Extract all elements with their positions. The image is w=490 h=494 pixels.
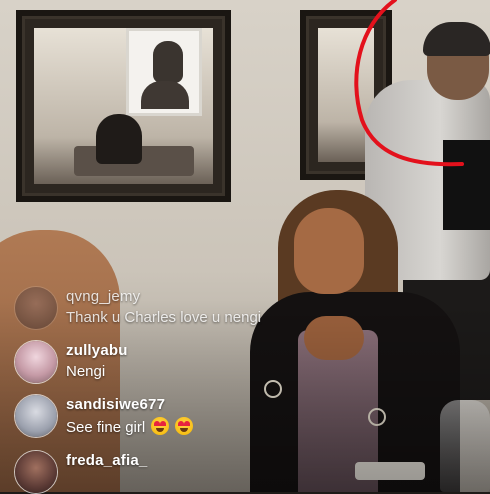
comment-username[interactable]: zullyabu (66, 342, 128, 359)
avatar[interactable] (14, 394, 58, 438)
comment-text: qvng_jemy Thank u Charles love u nengi (66, 288, 261, 326)
comment-text: sandisiwe677 See fine girl (66, 396, 194, 436)
comment-message: See fine girl (66, 417, 194, 436)
avatar[interactable] (14, 450, 58, 494)
comment-username[interactable]: sandisiwe677 (66, 396, 193, 413)
avatar-dark (15, 287, 57, 329)
comment-username[interactable]: freda_afia_ (66, 452, 147, 469)
comment-username[interactable]: qvng_jemy (66, 288, 261, 305)
heart-eyes-emoji (151, 417, 170, 435)
comment-message: Nengi (66, 363, 106, 380)
avatar-grey (15, 395, 57, 437)
man-cap (423, 22, 490, 56)
heart-eyes-emoji (175, 417, 194, 435)
avatar-pink (15, 341, 57, 383)
comment-message: Thank u Charles love u nengi (66, 309, 262, 326)
comment-text: zullyabu Nengi (66, 342, 128, 380)
mirror-glass (34, 28, 213, 184)
wall-mirror-left (16, 10, 231, 202)
reflected-portrait (126, 28, 202, 116)
avatar[interactable] (14, 340, 58, 384)
live-comments-overlay: qvng_jemy Thank u Charles love u nengi z… (0, 278, 360, 494)
portrait-head (153, 41, 183, 83)
comment-text: freda_afia_ (66, 452, 147, 469)
comment-message-text: See fine girl (66, 419, 146, 436)
avatar-brown (15, 451, 57, 493)
reflected-person (96, 114, 142, 164)
avatar[interactable] (14, 286, 58, 330)
portrait-body (141, 81, 189, 109)
